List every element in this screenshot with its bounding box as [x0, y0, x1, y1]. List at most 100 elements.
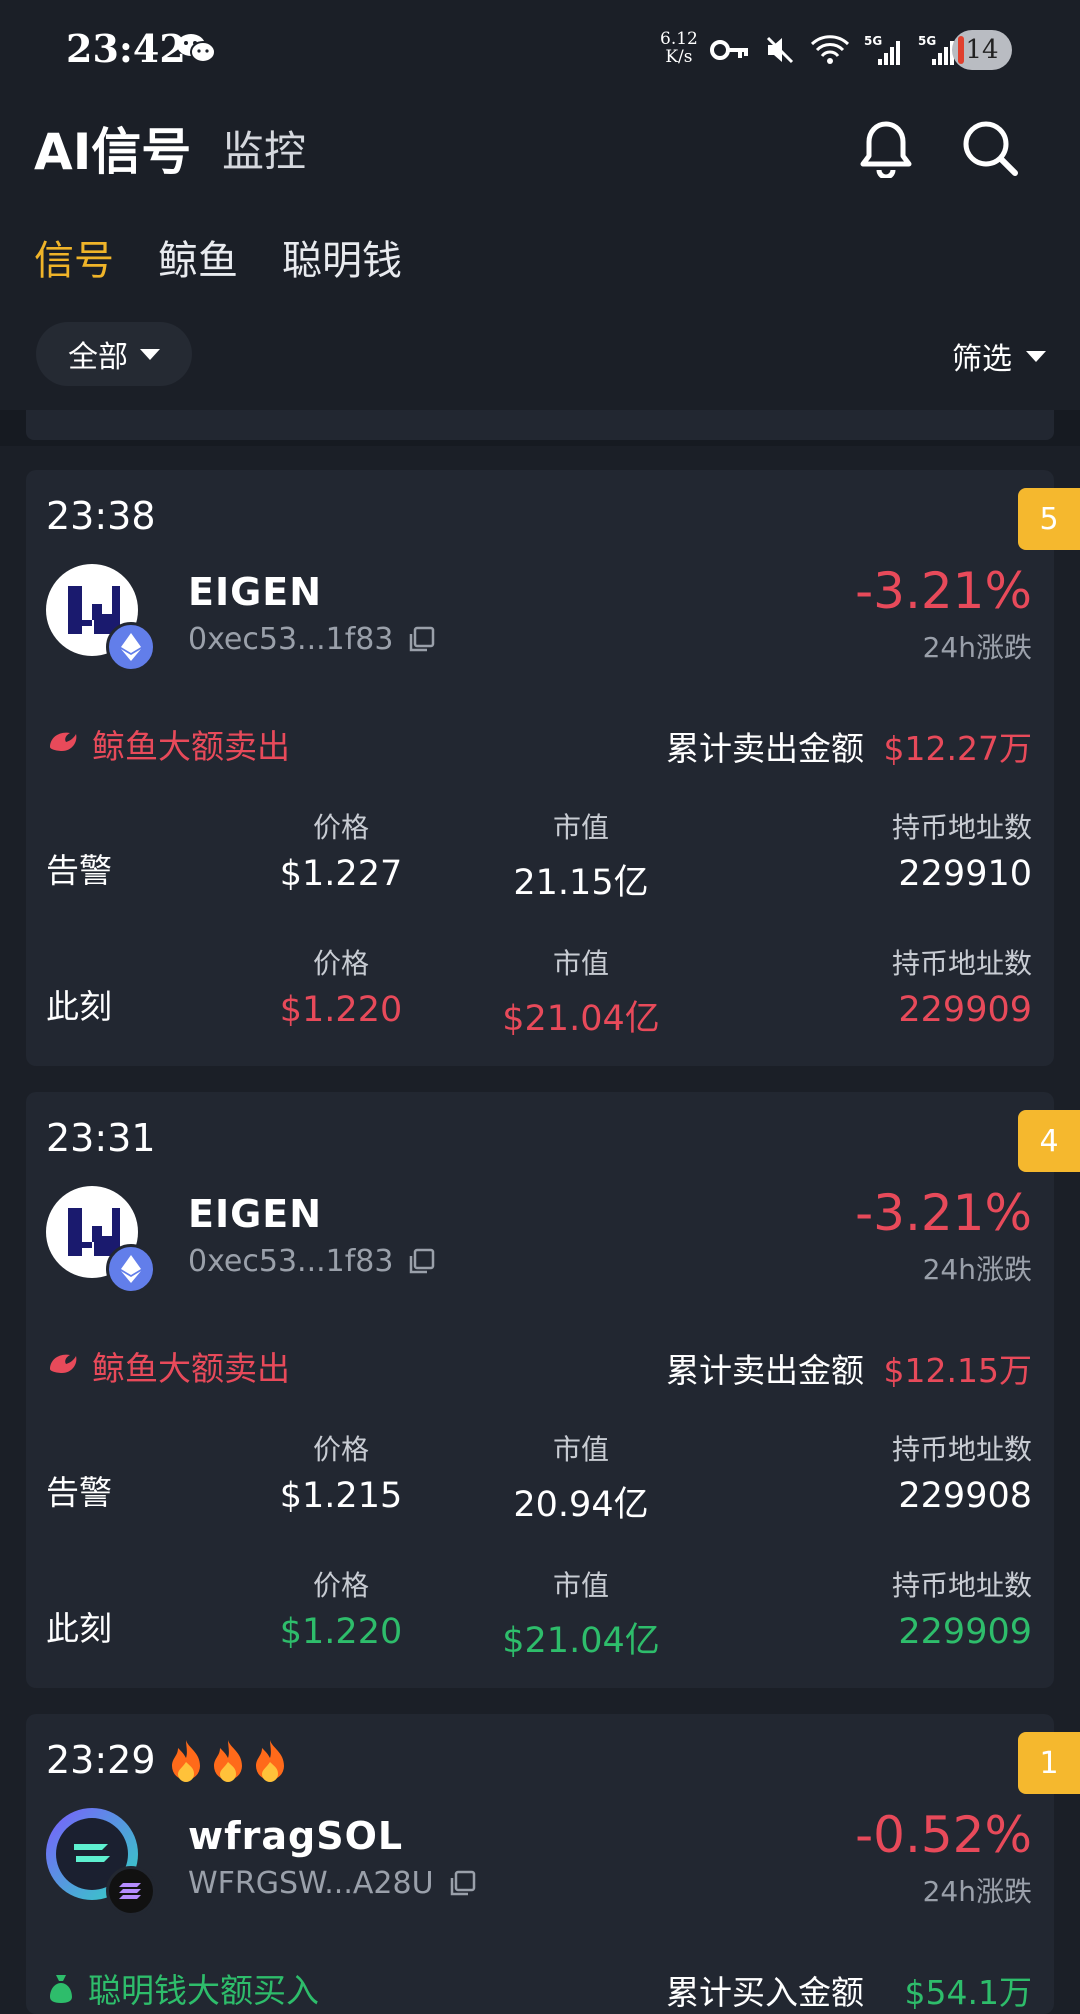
- battery-indicator: 14: [952, 30, 1012, 70]
- money-bag-icon: [50, 1975, 72, 2003]
- copy-icon[interactable]: [407, 626, 435, 654]
- signal-card[interactable]: 23:29 1 wfragSOL WFRGSW...A28U -0.52% 24…: [26, 1714, 1080, 2014]
- mcap-value: $21.04亿: [502, 999, 660, 1039]
- price-change-label: 24h涨跌: [922, 1875, 1032, 1908]
- token-address: WFRGSW...A28U: [188, 1866, 476, 1901]
- price-value: $1.220: [279, 1612, 403, 1652]
- event-label: 聪明钱大额买入: [88, 1971, 319, 2010]
- token-address: 0xec53...1f83: [188, 622, 435, 657]
- price-header: 价格: [312, 1569, 369, 1602]
- fire-icons: [166, 1738, 290, 1782]
- now-mcap: 市值 $21.04亿: [456, 942, 706, 1041]
- alert-mcap: 市值 20.94亿: [456, 1428, 706, 1527]
- copy-icon[interactable]: [407, 1248, 435, 1276]
- price-header: 价格: [312, 1433, 369, 1466]
- all-filter-dropdown[interactable]: 全部: [36, 322, 192, 386]
- svg-text:5G: 5G: [864, 34, 882, 48]
- tab-smart-money[interactable]: 聪明钱: [282, 228, 402, 286]
- mcap-value: 20.94亿: [513, 1485, 649, 1525]
- now-price: 价格 $1.220: [216, 942, 466, 1030]
- signal-card[interactable]: 23:38 5 EIGEN 0xec53...1f83 -3.21% 24h涨跌…: [26, 470, 1080, 1066]
- now-label: 此刻: [46, 987, 112, 1026]
- filter-label: 筛选: [952, 342, 1012, 377]
- alert-holders: 持币地址数 229910: [892, 806, 1032, 894]
- signal-subtabs: 信号 鲸鱼 聪明钱: [34, 228, 402, 286]
- token-name: EIGEN: [188, 570, 323, 614]
- caret-down-icon: [1026, 350, 1046, 362]
- status-time: 23:42: [66, 26, 186, 71]
- signal-time: 23:29: [46, 1738, 290, 1782]
- price-header: 价格: [312, 811, 369, 844]
- price-change-label: 24h涨跌: [922, 1253, 1032, 1286]
- cumulative-label: 累计买入金额: [666, 1973, 864, 2012]
- address-text: WFRGSW...A28U: [188, 1866, 434, 1901]
- cumulative-value: $12.27万: [883, 729, 1032, 768]
- price-header: 价格: [312, 947, 369, 980]
- holders-value: 229909: [898, 1612, 1032, 1652]
- token-name: EIGEN: [188, 1192, 323, 1236]
- address-text: 0xec53...1f83: [188, 1244, 394, 1279]
- now-holders: 持币地址数 229909: [892, 942, 1032, 1030]
- count-badge: 5: [1018, 488, 1080, 550]
- fire-icon: [213, 1740, 242, 1782]
- net-speed-unit: K/s: [665, 47, 693, 67]
- cumulative-label: 累计卖出金额: [666, 1351, 864, 1390]
- status-bar: 23:42 6.12 K/s 5G 5G 14: [0, 0, 1080, 100]
- whale-icon: [50, 1354, 77, 1373]
- price-value: $1.227: [279, 854, 403, 894]
- cumulative-label: 累计卖出金额: [666, 729, 864, 768]
- alert-mcap: 市值 21.15亿: [456, 806, 706, 905]
- key-icon: [710, 40, 748, 60]
- now-row: 此刻 价格 $1.220 市值 $21.04亿 持币地址数 229909: [26, 942, 1054, 1052]
- event-label: 鲸鱼大额卖出: [92, 1349, 290, 1388]
- mcap-header: 市值: [552, 1569, 609, 1602]
- now-price: 价格 $1.220: [216, 1564, 466, 1652]
- event-tag: 鲸鱼大额卖出: [46, 1342, 290, 1390]
- net-speed-value: 6.12: [660, 29, 698, 49]
- fire-icon: [255, 1740, 284, 1782]
- holders-value: 229909: [898, 990, 1032, 1030]
- cumulative-value: $12.15万: [883, 1351, 1032, 1390]
- holders-header: 持币地址数: [891, 947, 1032, 980]
- address-text: 0xec53...1f83: [188, 622, 394, 657]
- alert-price: 价格 $1.215: [216, 1428, 466, 1516]
- search-icon[interactable]: [960, 118, 1020, 182]
- holders-value: 229908: [898, 1476, 1032, 1516]
- holders-value: 229910: [898, 854, 1032, 894]
- filter-dropdown[interactable]: 筛选: [952, 334, 1046, 378]
- price-change: -3.21%: [855, 1184, 1032, 1242]
- signal-time: 23:38: [46, 494, 156, 538]
- svg-text:5G: 5G: [918, 34, 936, 48]
- mcap-value: 21.15亿: [513, 863, 649, 903]
- tab-signal[interactable]: 信号: [34, 228, 114, 286]
- whale-icon: [50, 732, 77, 751]
- fire-icon: [171, 1740, 200, 1782]
- mcap-header: 市值: [552, 947, 609, 980]
- mcap-value: $21.04亿: [502, 1621, 660, 1661]
- holders-header: 持币地址数: [891, 1569, 1032, 1602]
- alert-holders: 持币地址数 229908: [892, 1428, 1032, 1516]
- alert-label: 告警: [46, 1473, 112, 1512]
- alert-row: 告警 价格 $1.215 市值 20.94亿 持币地址数 229908: [26, 1428, 1054, 1538]
- status-icons: 5G 5G: [710, 30, 958, 70]
- page-title[interactable]: AI信号: [34, 112, 191, 184]
- copy-icon[interactable]: [448, 1870, 476, 1898]
- cumulative-value: $54.1万: [904, 1973, 1032, 2012]
- event-label: 鲸鱼大额卖出: [92, 727, 290, 766]
- now-row: 此刻 价格 $1.220 市值 $21.04亿 持币地址数 229909: [26, 1564, 1054, 1674]
- alert-label: 告警: [46, 851, 112, 890]
- mcap-header: 市值: [552, 811, 609, 844]
- holders-header: 持币地址数: [891, 811, 1032, 844]
- signal-time-text: 23:29: [46, 1738, 156, 1782]
- signal-card[interactable]: 23:31 4 EIGEN 0xec53...1f83 -3.21% 24h涨跌…: [26, 1092, 1080, 1688]
- count-badge: 4: [1018, 1110, 1080, 1172]
- list-top-edge: [0, 410, 1080, 446]
- token-name: wfragSOL: [188, 1814, 404, 1858]
- alert-row: 告警 价格 $1.227 市值 21.15亿 持币地址数 229910: [26, 806, 1054, 916]
- now-mcap: 市值 $21.04亿: [456, 1564, 706, 1663]
- ethereum-chain-icon: [106, 1244, 156, 1294]
- tab-monitor[interactable]: 监控: [222, 118, 306, 179]
- bell-icon[interactable]: [858, 118, 914, 182]
- alert-price: 价格 $1.227: [216, 806, 466, 894]
- tab-whale[interactable]: 鲸鱼: [158, 228, 238, 286]
